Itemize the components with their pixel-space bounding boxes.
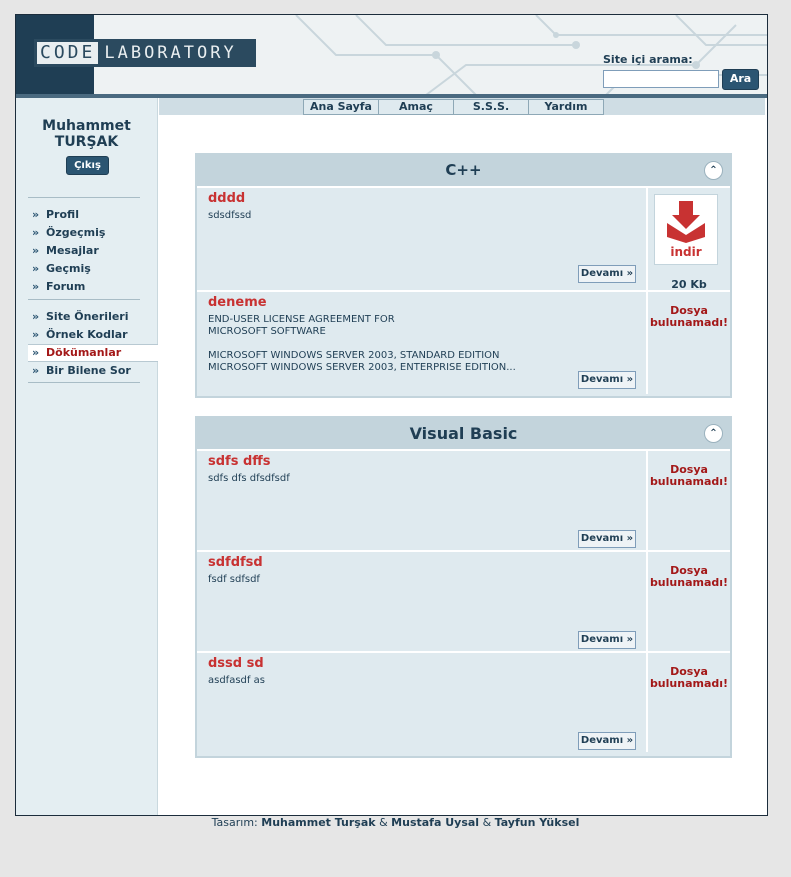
collapse-icon[interactable]: ⌃ (704, 424, 723, 443)
download-button[interactable]: indir (654, 194, 718, 265)
document-description: END-USER LICENSE AGREEMENT FOR MICROSOFT… (208, 314, 516, 373)
sidebar-menu-primary: » Profil » Özgeçmiş » Mesajlar » Geçmiş » For… (28, 206, 158, 296)
double-chevron-icon: » (32, 346, 40, 359)
read-more-button[interactable]: Devamı » (578, 530, 636, 548)
double-chevron-icon: » (32, 208, 40, 221)
double-chevron-icon: » (32, 244, 40, 257)
document-title[interactable]: deneme (208, 295, 267, 310)
sidebar-item-label: Dökümanlar (46, 346, 122, 359)
sidebar-divider (28, 197, 140, 198)
sidebar-item-forum[interactable]: » Forum (28, 278, 158, 296)
search-label: Site içi arama: (603, 53, 693, 66)
document-description: sdsdfssd (208, 210, 252, 221)
collapse-icon[interactable]: ⌃ (704, 161, 723, 180)
double-chevron-icon: » (32, 280, 40, 293)
read-more-button[interactable]: Devamı » (578, 371, 636, 389)
tab-ana-sayfa[interactable]: Ana Sayfa (303, 99, 379, 115)
download-icon (667, 201, 705, 243)
sidebar-item-ozgecmis[interactable]: » Özgeçmiş (28, 224, 158, 242)
sidebar-divider (28, 299, 140, 300)
double-chevron-icon: » (32, 310, 40, 323)
document-title[interactable]: dddd (208, 191, 245, 206)
top-nav: Ana Sayfa Amaç S.S.S. Yardım (159, 98, 765, 115)
footer-ampersand: & (379, 816, 388, 829)
file-not-found: Dosya bulunamadı! (649, 463, 729, 488)
user-first-name: Muhammet (42, 118, 131, 134)
footer-ampersand: & (482, 816, 492, 829)
site-logo[interactable]: CODE LABORATORY (34, 39, 256, 67)
page-frame: CODE LABORATORY Site içi arama: Ara Muha… (15, 14, 768, 816)
document-item: dssd sd asdfasdf as Devamı » Dosya bulun… (197, 651, 730, 752)
logo-laboratory-text: LABORATORY (104, 43, 237, 63)
sidebar-item-site-onerileri[interactable]: » Site Önerileri (28, 308, 158, 326)
sidebar-item-label: Geçmiş (46, 262, 91, 275)
sidebar-item-mesajlar[interactable]: » Mesajlar (28, 242, 158, 260)
document-title[interactable]: sdfdfsd (208, 555, 263, 570)
logout-button[interactable]: Çıkış (66, 156, 109, 175)
file-not-found: Dosya bulunamadı! (649, 665, 729, 690)
read-more-button[interactable]: Devamı » (578, 631, 636, 649)
document-item: sdfdfsd fsdf sdfsdf Devamı » Dosya bulun… (197, 550, 730, 651)
category-section: C++ ⌃ dddd sdsdfssd Devamı » indir 20 Kb (195, 153, 732, 398)
file-not-found: Dosya bulunamadı! (649, 564, 729, 589)
sidebar-item-label: Site Önerileri (46, 310, 129, 323)
document-item: deneme END-USER LICENSE AGREEMENT FOR MI… (197, 290, 730, 394)
footer-prefix: Tasarım: (211, 816, 258, 829)
footer-credits: Tasarım: Muhammet Turşak & Mustafa Uysal… (0, 816, 791, 829)
section-header: Visual Basic ⌃ (197, 418, 730, 449)
document-title[interactable]: dssd sd (208, 656, 264, 671)
document-description: sdfs dfs dfsdfsdf (208, 473, 290, 484)
document-description: asdfasdf as (208, 675, 265, 686)
sidebar-item-label: Örnek Kodlar (46, 328, 128, 341)
section-title: C++ (445, 161, 482, 179)
sidebar-item-bir-bilene-sor[interactable]: » Bir Bilene Sor (28, 362, 158, 380)
double-chevron-icon: » (32, 364, 40, 377)
sidebar-item-gecmis[interactable]: » Geçmiş (28, 260, 158, 278)
search-button[interactable]: Ara (722, 69, 759, 90)
file-not-found: Dosya bulunamadı! (649, 304, 729, 329)
logo-code-text: CODE (37, 42, 99, 64)
footer-author-3: Tayfun Yüksel (494, 816, 580, 829)
search-input[interactable] (603, 70, 719, 88)
document-item: sdfs dffs sdfs dfs dfsdfsdf Devamı » Dos… (197, 449, 730, 550)
document-title[interactable]: sdfs dffs (208, 454, 271, 469)
double-chevron-icon: » (32, 226, 40, 239)
sidebar-item-ornek-kodlar[interactable]: » Örnek Kodlar (28, 326, 158, 344)
double-chevron-icon: » (32, 262, 40, 275)
document-item: dddd sdsdfssd Devamı » indir 20 Kb (197, 186, 730, 291)
sidebar-item-label: Forum (46, 280, 86, 293)
header: CODE LABORATORY Site içi arama: Ara (16, 15, 767, 95)
tab-amac[interactable]: Amaç (378, 99, 454, 115)
footer-author-2: Mustafa Uysal (391, 816, 480, 829)
read-more-button[interactable]: Devamı » (578, 732, 636, 750)
sidebar-item-label: Profil (46, 208, 79, 221)
footer-author-1: Muhammet Turşak (261, 816, 376, 829)
category-section: Visual Basic ⌃ sdfs dffs sdfs dfs dfsdfs… (195, 416, 732, 758)
sidebar-item-profil[interactable]: » Profil (28, 206, 158, 224)
user-last-name: TURŞAK (54, 134, 119, 150)
sidebar-item-label: Özgeçmiş (46, 226, 106, 239)
sidebar-item-label: Bir Bilene Sor (46, 364, 131, 377)
download-label: indir (670, 245, 702, 259)
sidebar: Muhammet TURŞAK Çıkış » Profil » Özgeçmiş … (16, 98, 158, 815)
double-chevron-icon: » (32, 328, 40, 341)
tab-sss[interactable]: S.S.S. (453, 99, 529, 115)
sidebar-divider (28, 382, 140, 383)
sidebar-menu-secondary: » Site Önerileri » Örnek Kodlar » Dökümanla… (28, 308, 158, 380)
read-more-button[interactable]: Devamı » (578, 265, 636, 283)
section-title: Visual Basic (409, 424, 518, 443)
tab-yardim[interactable]: Yardım (528, 99, 604, 115)
section-header: C++ ⌃ (197, 155, 730, 186)
document-description: fsdf sdfsdf (208, 574, 260, 585)
sidebar-item-label: Mesajlar (46, 244, 99, 257)
sidebar-item-dokumanlar[interactable]: » Dökümanlar (28, 344, 158, 362)
user-name: Muhammet TURŞAK (16, 118, 157, 150)
